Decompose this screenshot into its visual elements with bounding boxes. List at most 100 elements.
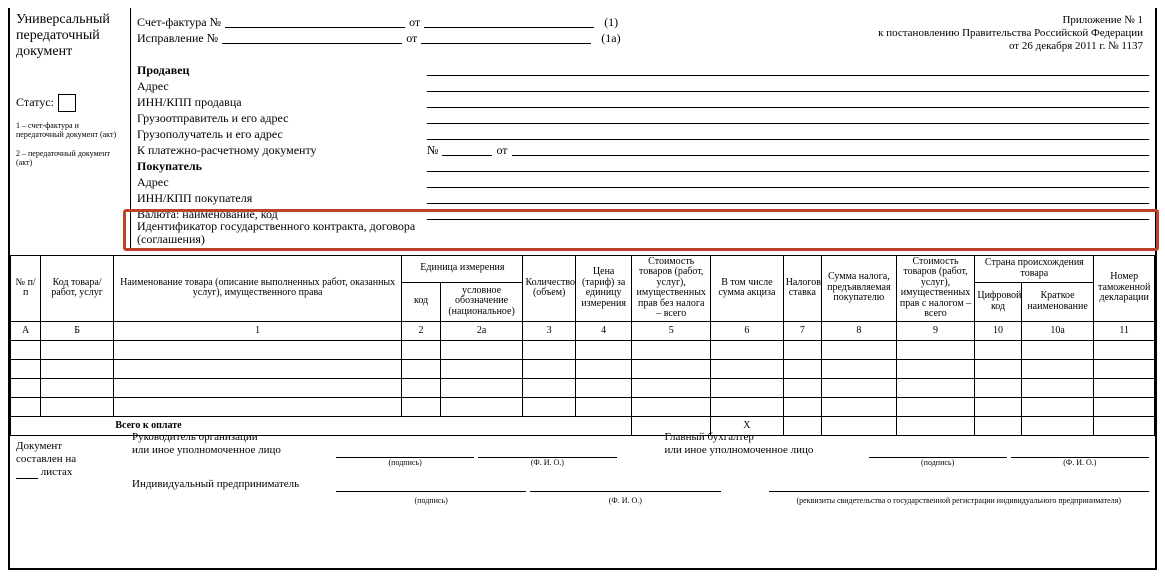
fld-currency-value[interactable] bbox=[427, 205, 1149, 220]
right-note: Приложение № 1 к постановлению Правитель… bbox=[833, 12, 1149, 54]
coln-2: 2 bbox=[402, 321, 440, 340]
invoice-number-field[interactable] bbox=[225, 13, 405, 28]
th-decl-no: Номер таможенной декларации bbox=[1094, 255, 1155, 321]
coln-6: 6 bbox=[711, 321, 784, 340]
ind-pred-rekv[interactable] bbox=[769, 477, 1150, 492]
correction-from: от bbox=[402, 32, 421, 44]
fld-inn-seller: ИНН/КПП продавца bbox=[137, 96, 427, 108]
cap-fio-2: (Ф. И. О.) bbox=[1011, 458, 1149, 468]
fld-payment-doc-date[interactable] bbox=[512, 141, 1149, 156]
fld-buyer-value[interactable] bbox=[427, 157, 1149, 172]
fld-gov-contract-l1: Идентификатор государственного контракта… bbox=[137, 219, 415, 233]
fld-consignor: Грузоотправитель и его адрес bbox=[137, 112, 427, 124]
th-tax-rate: Налоговая ставка bbox=[783, 255, 821, 321]
doc-sheets-l1: Документ bbox=[16, 440, 124, 453]
fld-inn-seller-value[interactable] bbox=[427, 93, 1149, 108]
fld-address: Адрес bbox=[137, 80, 427, 92]
doc-sheets-l3: листах bbox=[41, 466, 73, 478]
footer-left: Документ составлен на листах bbox=[16, 440, 124, 506]
sig-block: Руководитель организации или иное уполно… bbox=[132, 440, 1149, 506]
head-org: Руководитель организации или иное уполно… bbox=[132, 431, 332, 457]
th-cost-with-tax: Стоимость товаров (работ, услуг), имущес… bbox=[896, 255, 975, 321]
left-column: Универсальный передаточный документ Стат… bbox=[10, 8, 130, 249]
goods-table: № п/п Код товара/ работ, услуг Наименова… bbox=[10, 255, 1155, 436]
head-org-sign[interactable] bbox=[336, 443, 474, 458]
th-price: Цена (тариф) за единицу измерения bbox=[575, 255, 631, 321]
th-country-code: Цифровой код bbox=[975, 282, 1021, 321]
coln-7: 7 bbox=[783, 321, 821, 340]
footer-area: Документ составлен на листах Руководител… bbox=[10, 436, 1155, 512]
th-cost-no-tax: Стоимость товаров (работ, услуг), имущес… bbox=[632, 255, 711, 321]
cap-sign-2: (подпись) bbox=[869, 458, 1007, 468]
doc-type-l3: документ bbox=[16, 44, 126, 60]
fld-gov-contract: Идентификатор государственного контракта… bbox=[137, 220, 427, 246]
fld-consignor-value[interactable] bbox=[427, 109, 1149, 124]
coln-9: 9 bbox=[896, 321, 975, 340]
th-country-name: Краткое наименование bbox=[1021, 282, 1094, 321]
table-row bbox=[11, 340, 1155, 359]
chief-acc-sign[interactable] bbox=[869, 443, 1007, 458]
correction-number-field[interactable] bbox=[222, 29, 402, 44]
correction-label: Исправление № bbox=[137, 32, 218, 44]
right-note-l2: к постановлению Правительства Российской… bbox=[833, 27, 1143, 40]
document-wrapper: Универсальный передаточный документ Стат… bbox=[8, 8, 1157, 570]
status-row: Статус: bbox=[16, 94, 126, 112]
cap-rekv: (реквизиты свидетельства о государственн… bbox=[769, 496, 1150, 506]
invoice-from: от bbox=[405, 16, 424, 28]
coln-3: 3 bbox=[523, 321, 575, 340]
cap-sign-1: (подпись) bbox=[336, 458, 474, 468]
chief-acc: Главный бухгалтер или иное уполномоченно… bbox=[665, 431, 865, 457]
coln-B: Б bbox=[41, 321, 114, 340]
paren-1: (1) bbox=[594, 16, 618, 28]
invoice-row: Счет-фактура № от (1) bbox=[137, 12, 833, 28]
fld-seller-value[interactable] bbox=[427, 61, 1149, 76]
th-excise: В том числе сумма акциза bbox=[711, 255, 784, 321]
table-row bbox=[11, 397, 1155, 416]
fld-consignee-value[interactable] bbox=[427, 125, 1149, 140]
th-no: № п/п bbox=[11, 255, 41, 321]
fld-payment-doc-from-lbl: от bbox=[496, 144, 507, 156]
fld-consignee: Грузополучатель и его адрес bbox=[137, 128, 427, 140]
coln-1: 1 bbox=[113, 321, 402, 340]
cap-sign-3: (подпись) bbox=[336, 496, 526, 506]
fld-inn-buyer-value[interactable] bbox=[427, 189, 1149, 204]
coln-11: 11 bbox=[1094, 321, 1155, 340]
th-country-group: Страна происхождения товара bbox=[975, 255, 1094, 282]
coln-10a: 10а bbox=[1021, 321, 1094, 340]
fld-address-buyer-value[interactable] bbox=[427, 173, 1149, 188]
coln-2a: 2а bbox=[440, 321, 523, 340]
paren-1a: (1а) bbox=[591, 32, 620, 44]
invoice-label: Счет-фактура № bbox=[137, 16, 221, 28]
correction-date-field[interactable] bbox=[421, 29, 591, 44]
fld-seller: Продавец bbox=[137, 64, 427, 76]
fld-inn-buyer: ИНН/КПП покупателя bbox=[137, 192, 427, 204]
right-note-l3: от 26 декабря 2011 г. № 1137 bbox=[833, 40, 1143, 53]
fld-address-buyer: Адрес bbox=[137, 176, 427, 188]
coln-10: 10 bbox=[975, 321, 1021, 340]
fld-payment-doc-no[interactable] bbox=[442, 141, 492, 156]
th-unit-group: Единица измерения bbox=[402, 255, 523, 282]
chief-acc-fio[interactable] bbox=[1011, 443, 1149, 458]
fld-address-value[interactable] bbox=[427, 77, 1149, 92]
th-goods-code: Код товара/ работ, услуг bbox=[41, 255, 114, 321]
th-tax-amount: Сумма налога, предъявляемая покупателю bbox=[822, 255, 897, 321]
cap-fio-3: (Ф. И. О.) bbox=[530, 496, 720, 506]
fld-payment-doc-no-lbl: № bbox=[427, 144, 438, 156]
cap-fio-1: (Ф. И. О.) bbox=[478, 458, 616, 468]
right-note-l1: Приложение № 1 bbox=[833, 14, 1143, 27]
table-row bbox=[11, 378, 1155, 397]
fld-gov-contract-value[interactable] bbox=[427, 220, 1149, 249]
ind-pred-sign[interactable] bbox=[336, 477, 526, 492]
invoice-date-field[interactable] bbox=[424, 13, 594, 28]
fld-gov-contract-l2: (соглашения) bbox=[137, 232, 205, 246]
ind-pred-fio[interactable] bbox=[530, 477, 720, 492]
footnote-2: 2 – передаточный документ (акт) bbox=[16, 150, 126, 168]
center-column: Счет-фактура № от (1) Исправление № от (… bbox=[131, 8, 1155, 249]
footnote-1: 1 – счет-фактура и передаточный документ… bbox=[16, 122, 126, 140]
fld-buyer: Покупатель bbox=[137, 160, 427, 172]
doc-sheets-field[interactable] bbox=[16, 466, 38, 479]
status-box[interactable] bbox=[58, 94, 76, 112]
status-label: Статус: bbox=[16, 96, 54, 110]
coln-A: А bbox=[11, 321, 41, 340]
head-org-fio[interactable] bbox=[478, 443, 616, 458]
